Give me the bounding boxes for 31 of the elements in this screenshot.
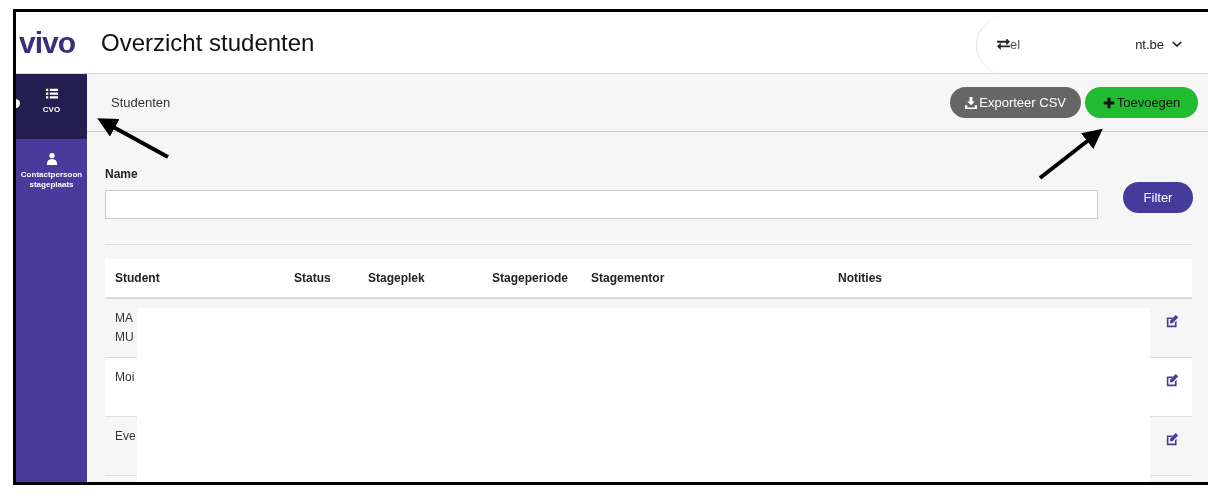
annotation-arrow xyxy=(97,118,169,159)
edit-icon[interactable] xyxy=(1165,433,1179,446)
export-csv-button[interactable]: Exporteer CSV xyxy=(950,87,1081,118)
table-cell-text: Moi xyxy=(114,369,136,386)
person-icon xyxy=(45,153,58,165)
sidebar-item[interactable]: Contactpersoon stageplaats xyxy=(16,139,87,204)
list-icon xyxy=(45,88,58,100)
account-switcher[interactable]: el nt.be xyxy=(976,15,1208,74)
column-header[interactable]: Status xyxy=(294,271,368,285)
chevron-down-icon xyxy=(1172,41,1183,48)
column-header[interactable]: Student xyxy=(105,271,294,285)
breadcrumb: Studenten xyxy=(111,95,171,110)
download-icon xyxy=(965,96,978,109)
annotation-arrow xyxy=(1038,128,1103,180)
column-header[interactable]: Stageplek xyxy=(368,271,492,285)
table-cell-text: MA MU xyxy=(114,310,135,346)
page-title: Overzicht studenten xyxy=(101,28,316,57)
vivo-logo: vivo xyxy=(19,25,77,60)
field-label: Name xyxy=(105,167,139,181)
edit-icon[interactable] xyxy=(1165,374,1179,387)
table-cell-text: Eve xyxy=(114,428,137,445)
sidebar-item[interactable]: CVO xyxy=(16,74,87,139)
filter-button[interactable]: Filter xyxy=(1123,182,1193,213)
edit-icon[interactable] xyxy=(1165,315,1179,328)
column-header[interactable]: Notities xyxy=(838,271,1078,285)
column-header[interactable]: Stageperiode xyxy=(492,271,591,285)
name-input-field[interactable] xyxy=(105,190,1098,219)
add-button[interactable]: Toevoegen xyxy=(1085,87,1198,118)
column-header[interactable]: Stagementor xyxy=(591,271,838,285)
plus-icon xyxy=(1102,96,1115,109)
swap-icon xyxy=(997,39,1010,50)
